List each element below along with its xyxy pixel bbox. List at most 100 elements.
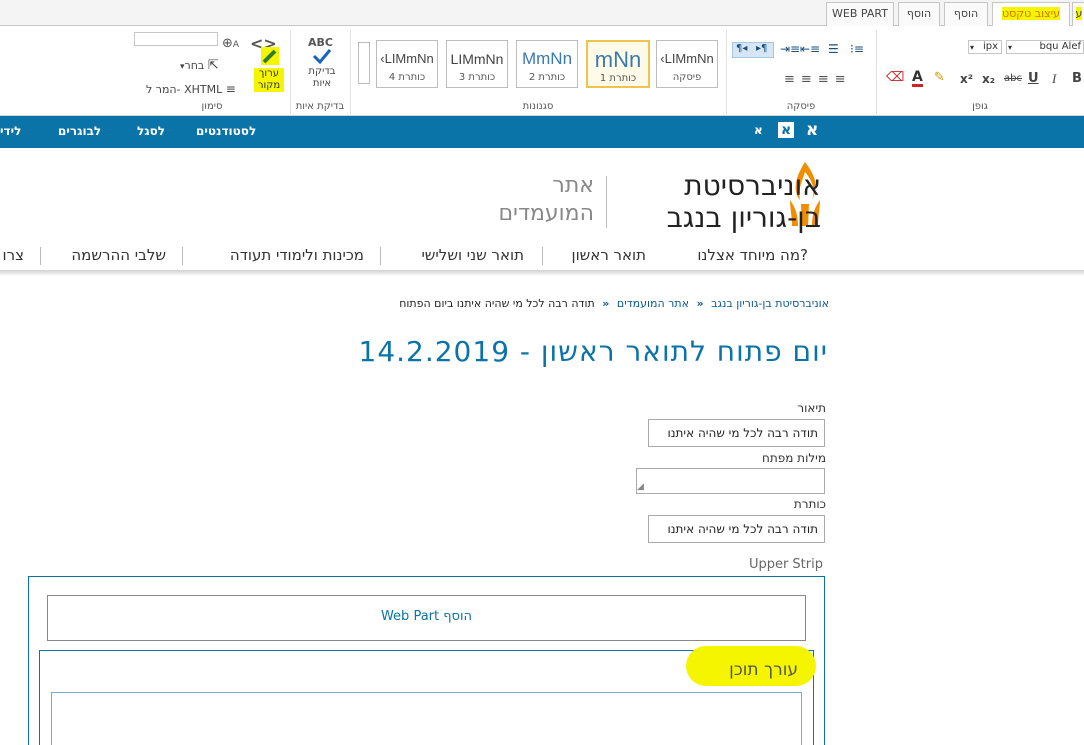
convert-icon: ≡: [225, 82, 236, 96]
style-heading-1[interactable]: mNn כותרת 1: [586, 40, 650, 88]
pencil-icon: [261, 47, 279, 65]
site-name-line2: המועמדים: [498, 201, 594, 226]
style-sample: LIMmNn: [450, 51, 504, 67]
chevron-down-icon: ▾: [970, 43, 975, 52]
nav-divider: [40, 247, 41, 265]
tab-insert-2[interactable]: הוסף: [944, 2, 988, 26]
align-center-icon: ≡: [817, 72, 835, 87]
breadcrumb-site[interactable]: אתר המועמדים: [617, 297, 689, 310]
page-title: יום פתוח לתואר ראשון - 14.2.2019: [358, 335, 828, 368]
outdent-icon: ⇤≡: [800, 42, 821, 56]
markup-styles-dropdown[interactable]: [134, 32, 218, 46]
top-blue-bar: א א א לסטודנטים לסגל לבוגרים לידי: [0, 116, 1084, 148]
text-direction-buttons[interactable]: ¶◂ ▸¶: [732, 42, 774, 58]
link-friends[interactable]: לידי: [0, 124, 21, 138]
select-button[interactable]: ▾בחר ⇱: [180, 58, 219, 73]
font-name-dropdown[interactable]: ▾ bqu Alef: [1006, 40, 1084, 54]
align-right-icon: ≡: [800, 72, 818, 87]
markup-group-label: סימון: [201, 101, 223, 112]
style-heading-2[interactable]: MmNn כותרת 2: [516, 40, 578, 88]
site-name-line1: אתר: [552, 173, 594, 198]
nav-item-preparatory[interactable]: מכינות ולימודי תעודה: [230, 246, 364, 264]
style-paragraph[interactable]: ‹LIMmNn פיסקה: [656, 40, 718, 88]
tab-edit-label: ע: [1075, 7, 1083, 20]
nav-item-contact[interactable]: צרו: [0, 246, 24, 264]
spelling-button-label: בדיקת איות: [308, 66, 336, 89]
convert-xhtml-button[interactable]: המר ל- XHTML ≡: [146, 82, 236, 96]
style-heading-3[interactable]: LIMmNn כותרת 3: [446, 40, 508, 88]
tab-web-part[interactable]: WEB PART: [826, 2, 894, 26]
keywords-field[interactable]: [636, 468, 825, 494]
style-name: כותרת 3: [458, 72, 496, 83]
tab-format-text[interactable]: עיצוב טקסט: [992, 2, 1070, 27]
style-heading-4[interactable]: ‹LIMmNn כותרת 4: [376, 40, 438, 88]
styles-group-label: סגנונות: [522, 101, 554, 112]
nav-divider: [542, 247, 543, 265]
font-size-small[interactable]: א: [754, 123, 763, 137]
nav-divider: [380, 247, 381, 265]
indent-buttons[interactable]: ⇥≡ ⇤≡: [780, 42, 820, 58]
nav-divider: [182, 247, 183, 265]
link-alumni[interactable]: לבוגרים: [58, 124, 101, 138]
tab-insert[interactable]: הוסף: [898, 2, 940, 26]
tab-format-text-label: עיצוב טקסט: [1002, 7, 1060, 20]
nav-shadow: [0, 270, 1084, 276]
list-buttons[interactable]: ☰ ⁝≡: [828, 42, 868, 58]
content-editor-area[interactable]: [51, 692, 802, 745]
nav-item-registration-steps[interactable]: שלבי ההרשמה: [71, 246, 166, 264]
resize-handle-icon[interactable]: ◢: [637, 482, 644, 492]
description-label: תיאור: [797, 401, 826, 415]
font-size-medium[interactable]: א: [778, 122, 795, 138]
paragraph-group-label: פיסקה: [786, 101, 816, 112]
keywords-label: מילות מפתח: [762, 451, 826, 465]
strikethrough-button[interactable]: abc: [1004, 73, 1022, 84]
spelling-button[interactable]: ABC בדיקת איות: [302, 34, 342, 94]
nav-item-whats-special[interactable]: מה מיוחד אצלנו?: [697, 246, 808, 264]
style-sample: ‹LIMmNn: [380, 51, 434, 66]
numbered-list-icon: ☰: [828, 42, 839, 56]
style-name: פיסקה: [672, 72, 702, 83]
university-name-line1: אוניברסיטת: [684, 169, 821, 202]
nav-item-bachelor[interactable]: תואר ראשון: [571, 246, 646, 264]
style-name: כותרת 4: [388, 72, 426, 83]
font-color-button[interactable]: A: [912, 70, 923, 87]
style-sample: MmNn: [521, 49, 573, 68]
add-webpart-link[interactable]: הוסף Web Part: [47, 609, 806, 624]
styles-scroll[interactable]: [358, 42, 370, 84]
subscript-button[interactable]: x₂: [982, 72, 995, 86]
nav-item-masters-phd[interactable]: תואר שני ושלישי: [421, 246, 524, 264]
description-field[interactable]: תודה רבה לכל מי שהיה איתנו: [648, 419, 825, 447]
university-name: אוניברסיטת בן-גוריון בנגב: [667, 170, 821, 234]
underline-button[interactable]: U: [1028, 71, 1039, 86]
align-buttons[interactable]: ≡≡≡≡: [784, 72, 870, 88]
content-editor-title: עורך תוכן: [729, 660, 798, 680]
edit-source-label: ערוך מקור: [254, 68, 284, 92]
tab-edit[interactable]: ע: [1072, 2, 1084, 26]
align-justify-icon: ≡: [784, 72, 801, 87]
convert-xhtml-label: המר ל- XHTML: [146, 83, 223, 96]
bold-button[interactable]: B: [1072, 71, 1082, 86]
font-size-dropdown[interactable]: ▾ ipx: [968, 40, 1002, 54]
link-staff[interactable]: לסגל: [137, 124, 165, 138]
bulleted-list-icon: ⁝≡: [850, 42, 864, 56]
indent-icon: ⇥≡: [780, 42, 801, 56]
link-students[interactable]: לסטודנטים: [196, 124, 256, 138]
title-label: כותרת: [793, 497, 826, 511]
spelling-group-label: בדיקת איות: [295, 101, 345, 112]
highlight-icon[interactable]: ✎: [934, 70, 945, 85]
breadcrumb-separator-icon: «: [602, 297, 610, 310]
language-icon[interactable]: ⊕A: [222, 36, 239, 51]
edit-source-button[interactable]: <> ערוך מקור: [248, 34, 288, 96]
logo-divider: [606, 176, 607, 228]
style-sample: mNn: [594, 47, 642, 72]
breadcrumb-university[interactable]: אוניברסיטת בן-גוריון בנגב: [711, 297, 829, 310]
italic-button[interactable]: I: [1052, 71, 1056, 87]
ltr-icon: ▸¶: [756, 43, 768, 54]
clear-format-icon[interactable]: ⌫: [886, 70, 904, 85]
font-size-large[interactable]: א: [806, 120, 818, 140]
breadcrumb-current: תודה רבה לכל מי שהיה איתנו ביום הפתוח: [399, 297, 595, 310]
title-field[interactable]: תודה רבה לכל מי שהיה איתנו: [648, 515, 825, 543]
superscript-button[interactable]: x²: [960, 72, 973, 86]
align-left-icon: ≡: [834, 72, 852, 87]
font-size-value: ipx: [982, 41, 998, 52]
